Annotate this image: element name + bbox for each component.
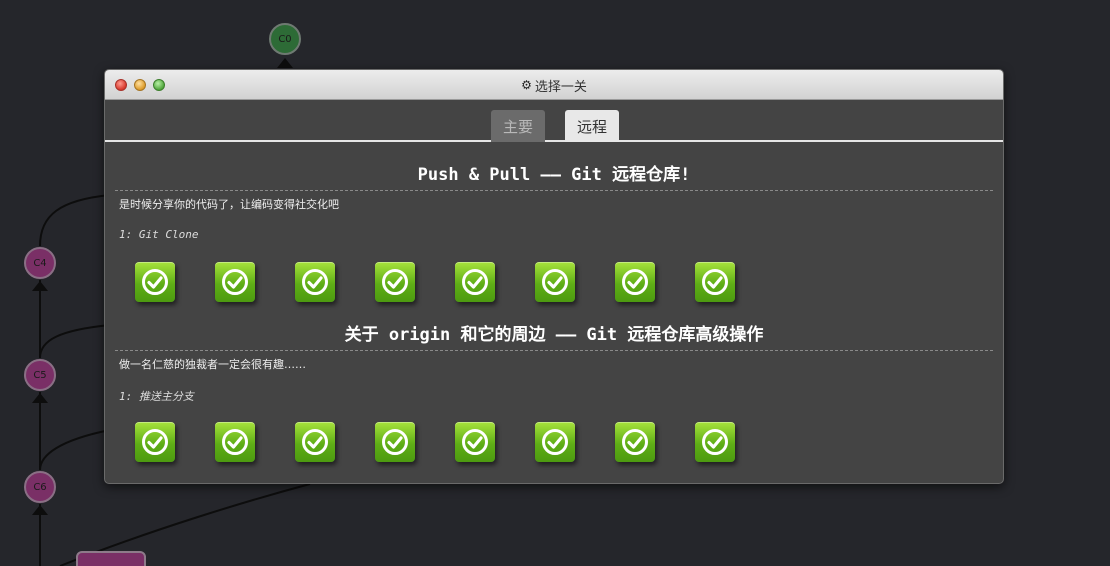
checkmark-circle-icon: [542, 269, 568, 295]
level-complete-button[interactable]: [455, 422, 495, 462]
tab-bar: 主要 远程: [105, 100, 1003, 142]
checkmark-circle-icon: [302, 269, 328, 295]
level-select-dialog: ⚙ 选择一关 主要 远程 Push & Pull —— Git 远程仓库! 是时…: [104, 69, 1004, 484]
checkmark-circle-icon: [302, 429, 328, 455]
checkmark-circle-icon: [622, 429, 648, 455]
tab-remote[interactable]: 远程: [565, 110, 619, 142]
section-description: 做一名仁慈的独裁者一定会很有趣……: [119, 358, 306, 371]
level-complete-button[interactable]: [375, 422, 415, 462]
checkmark-circle-icon: [222, 429, 248, 455]
tab-main-label: 主要: [502, 117, 533, 136]
level-name: 1: Git Clone: [119, 228, 199, 241]
branch-label[interactable]: [76, 551, 146, 566]
level-complete-button[interactable]: [695, 262, 735, 302]
commit-label: C0: [278, 33, 292, 45]
tab-remote-label: 远程: [576, 117, 607, 136]
level-complete-button[interactable]: [455, 262, 495, 302]
dialog-title-text: 选择一关: [534, 79, 587, 95]
level-complete-button[interactable]: [615, 262, 655, 302]
tab-main[interactable]: 主要: [491, 110, 545, 142]
visualization-canvas: C0 C4 C5 C6 ⚙ 选择一关 主要 远程 Push & Pull —— …: [0, 0, 1110, 566]
checkmark-circle-icon: [462, 269, 488, 295]
dialog-titlebar[interactable]: ⚙ 选择一关: [105, 70, 1003, 100]
section-title: 关于 origin 和它的周边 —— Git 远程仓库高级操作: [115, 320, 993, 351]
level-complete-button[interactable]: [535, 422, 575, 462]
level-complete-button[interactable]: [215, 422, 255, 462]
commit-node-c5[interactable]: C5: [24, 359, 56, 391]
level-list: [135, 262, 755, 302]
level-complete-button[interactable]: [295, 422, 335, 462]
section-description: 是时候分享你的代码了，让编码变得社交化吧: [119, 198, 339, 211]
level-complete-button[interactable]: [535, 262, 575, 302]
level-complete-button[interactable]: [215, 262, 255, 302]
checkmark-circle-icon: [142, 429, 168, 455]
level-complete-button[interactable]: [375, 262, 415, 302]
dialog-title: ⚙ 选择一关: [105, 70, 1003, 100]
section-title: Push & Pull —— Git 远程仓库!: [115, 160, 993, 191]
commit-node-c4[interactable]: C4: [24, 247, 56, 279]
commit-node-c6[interactable]: C6: [24, 471, 56, 503]
checkmark-circle-icon: [382, 269, 408, 295]
level-complete-button[interactable]: [295, 262, 335, 302]
checkmark-circle-icon: [702, 429, 728, 455]
checkmark-circle-icon: [222, 269, 248, 295]
level-complete-button[interactable]: [135, 422, 175, 462]
commit-label: C6: [33, 481, 47, 493]
level-name: 1: 推送主分支: [119, 390, 194, 403]
commit-label: C5: [33, 369, 47, 381]
gear-icon: ⚙: [521, 78, 532, 92]
level-complete-button[interactable]: [695, 422, 735, 462]
checkmark-circle-icon: [142, 269, 168, 295]
checkmark-circle-icon: [542, 429, 568, 455]
checkmark-circle-icon: [382, 429, 408, 455]
checkmark-circle-icon: [622, 269, 648, 295]
checkmark-circle-icon: [702, 269, 728, 295]
level-list: [135, 422, 755, 462]
commit-node-c0[interactable]: C0: [269, 23, 301, 55]
level-complete-button[interactable]: [135, 262, 175, 302]
commit-label: C4: [33, 257, 47, 269]
level-complete-button[interactable]: [615, 422, 655, 462]
checkmark-circle-icon: [462, 429, 488, 455]
